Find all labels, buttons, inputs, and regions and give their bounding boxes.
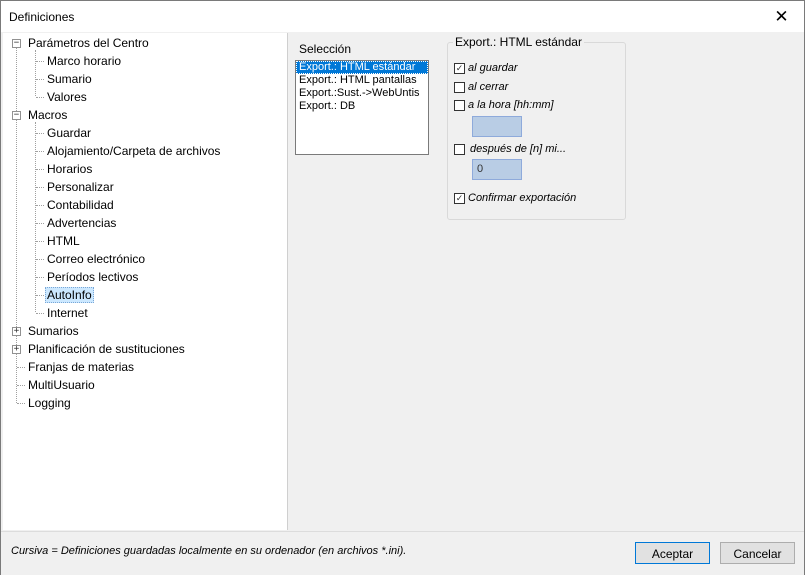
tree-item-sumario[interactable]: Sumario	[45, 71, 94, 88]
cancel-button[interactable]: Cancelar	[720, 542, 795, 564]
tree-line	[36, 151, 44, 152]
tree-item-label: Alojamiento/Carpeta de archivos	[47, 144, 221, 158]
tree-item-label: Marco horario	[47, 54, 122, 68]
settings-tree[interactable]: − − + + Parámetros del Centro Marco hora…	[3, 33, 288, 530]
tree-item-guardar[interactable]: Guardar	[45, 125, 93, 142]
tree-item-label: HTML	[47, 234, 80, 248]
tree-line	[36, 223, 44, 224]
selection-listbox[interactable]: Export.: HTML estándar Export.: HTML pan…	[295, 60, 429, 155]
tree-item-label: Contabilidad	[47, 198, 114, 212]
time-input[interactable]	[472, 116, 522, 137]
checkbox-confirmar[interactable]: ✓	[454, 193, 465, 204]
tree-item-logging[interactable]: Logging	[26, 395, 73, 412]
tree-item-label: MultiUsuario	[28, 378, 95, 392]
tree-line	[17, 403, 25, 404]
checkbox-label: después de [n] mi...	[470, 143, 566, 155]
tree-line	[36, 79, 44, 80]
tree-line	[36, 313, 44, 314]
checkbox-a-la-hora[interactable]	[454, 100, 465, 111]
tree-item-internet[interactable]: Internet	[45, 305, 90, 322]
tree-item-macros[interactable]: Macros	[26, 107, 69, 124]
tree-line	[36, 61, 44, 62]
tree-item-multiusuario[interactable]: MultiUsuario	[26, 377, 97, 394]
checkbox-label: al cerrar	[468, 81, 509, 93]
tree-item-personalizar[interactable]: Personalizar	[45, 179, 116, 196]
minutes-input[interactable]: 0	[472, 159, 522, 180]
tree-item-label: Correo electrónico	[47, 252, 146, 266]
checkbox-despues-de[interactable]	[454, 144, 465, 155]
checkbox-label: al guardar	[468, 62, 518, 74]
tree-line	[36, 133, 44, 134]
tree-item-label: Valores	[47, 90, 87, 104]
tree-item-planificacion[interactable]: Planificación de sustituciones	[26, 341, 187, 358]
tree-item-label: Advertencias	[47, 216, 117, 230]
tree-item-contabilidad[interactable]: Contabilidad	[45, 197, 116, 214]
tree-line	[36, 259, 44, 260]
tree-item-label: Sumarios	[28, 324, 79, 338]
tree-item-parametros-del-centro[interactable]: Parámetros del Centro	[26, 35, 151, 52]
collapse-icon[interactable]: −	[12, 111, 21, 120]
tree-line	[36, 97, 44, 98]
tree-line	[35, 50, 36, 96]
tree-item-label: Planificación de sustituciones	[28, 342, 185, 356]
tree-item-periodos-lectivos[interactable]: Períodos lectivos	[45, 269, 140, 286]
checkbox-label: Confirmar exportación	[468, 192, 577, 204]
tree-item-label: Sumario	[47, 72, 92, 86]
expand-icon[interactable]: +	[12, 327, 21, 336]
checkbox-label: a la hora [hh:mm]	[468, 99, 554, 111]
title-bar: Definiciones ✕	[1, 1, 804, 32]
tree-item-label: Períodos lectivos	[47, 270, 139, 284]
tree-item-html[interactable]: HTML	[45, 233, 82, 250]
tree-line	[17, 385, 25, 386]
tree-line	[36, 169, 44, 170]
settings-dialog: Definiciones ✕ − − + + Parámetros del Ce…	[0, 0, 805, 575]
tree-item-label: Guardar	[47, 126, 92, 140]
tree-item-franjas[interactable]: Franjas de materias	[26, 359, 136, 376]
expand-icon[interactable]: +	[12, 345, 21, 354]
tree-item-label: Macros	[28, 108, 68, 122]
selection-label: Selección	[299, 42, 352, 56]
checkbox-al-cerrar[interactable]	[454, 82, 465, 93]
tree-item-correo[interactable]: Correo electrónico	[45, 251, 147, 268]
tree-item-marco-horario[interactable]: Marco horario	[45, 53, 123, 70]
tree-item-label: Horarios	[47, 162, 93, 176]
list-item[interactable]: Export.:Sust.->WebUntis	[296, 87, 428, 100]
accept-button[interactable]: Aceptar	[635, 542, 710, 564]
tree-line	[36, 277, 44, 278]
close-icon[interactable]: ✕	[759, 1, 804, 32]
list-item[interactable]: Export.: HTML pantallas	[296, 74, 428, 87]
tree-item-advertencias[interactable]: Advertencias	[45, 215, 118, 232]
tree-item-autoinfo[interactable]: AutoInfo	[45, 287, 94, 304]
footer-hint: Cursiva = Definiciones guardadas localme…	[11, 545, 407, 557]
tree-item-alojamiento[interactable]: Alojamiento/Carpeta de archivos	[45, 143, 222, 160]
tree-item-horarios[interactable]: Horarios	[45, 161, 94, 178]
collapse-icon[interactable]: −	[12, 39, 21, 48]
tree-item-label: AutoInfo	[45, 287, 94, 303]
list-item[interactable]: Export.: HTML estándar	[296, 61, 428, 74]
window-title: Definiciones	[9, 10, 75, 24]
tree-line	[36, 241, 44, 242]
tree-item-label: Parámetros del Centro	[28, 36, 149, 50]
tree-line	[36, 205, 44, 206]
list-item[interactable]: Export.: DB	[296, 100, 428, 113]
tree-item-label: Franjas de materias	[28, 360, 135, 374]
tree-line	[17, 367, 25, 368]
tree-item-label: Logging	[28, 396, 71, 410]
group-title: Export.: HTML estándar	[453, 35, 584, 49]
checkbox-al-guardar[interactable]: ✓	[454, 63, 465, 74]
tree-line	[36, 295, 44, 296]
tree-line	[36, 187, 44, 188]
tree-item-label: Personalizar	[47, 180, 114, 194]
tree-item-label: Internet	[47, 306, 88, 320]
tree-item-valores[interactable]: Valores	[45, 89, 89, 106]
tree-item-sumarios[interactable]: Sumarios	[26, 323, 81, 340]
